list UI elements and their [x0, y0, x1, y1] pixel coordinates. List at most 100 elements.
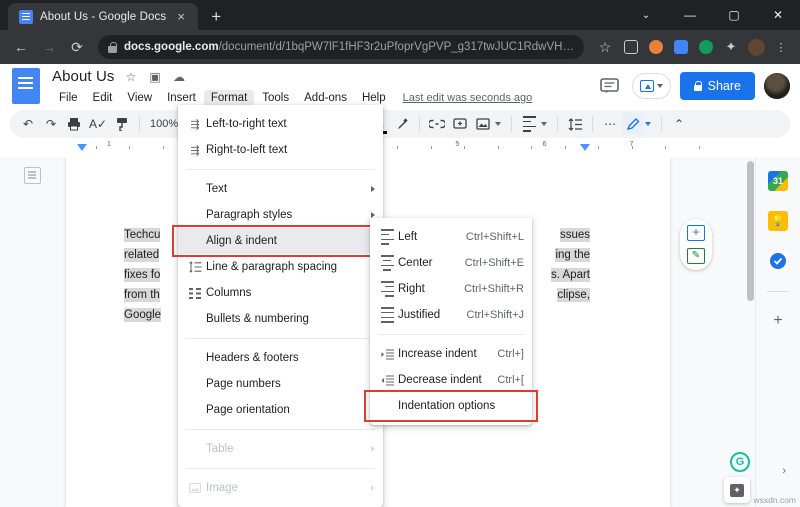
editing-mode-chevron-icon[interactable]: [645, 122, 652, 126]
align-chevron-icon[interactable]: [541, 122, 548, 126]
rtl-icon: ⇶: [190, 144, 200, 157]
menu-item-left-to-right-text[interactable]: ⇶ Left-to-right text: [178, 111, 383, 137]
share-button[interactable]: Share: [679, 72, 755, 100]
menu-insert[interactable]: Insert: [160, 90, 203, 106]
window-close-button[interactable]: ✕: [756, 0, 800, 30]
indent-marker-right[interactable]: [579, 144, 590, 151]
watermark-text: wsxdn.com: [753, 495, 796, 505]
menu-tools[interactable]: Tools: [255, 90, 296, 106]
line-spacing-icon[interactable]: [564, 113, 586, 135]
submenu-item-decrease-indent[interactable]: Decrease indent Ctrl+[: [370, 367, 532, 393]
address-bar[interactable]: docs.google.com/document/d/1bqPW7lF1fHF3…: [98, 35, 584, 59]
docs-header-actions: Share: [597, 72, 790, 100]
present-button[interactable]: [631, 73, 671, 99]
document-scrollbar[interactable]: [747, 161, 754, 301]
menu-item-line-and-paragraph-spacing[interactable]: Line & paragraph spacing: [178, 254, 383, 280]
docs-logo-icon[interactable]: [12, 68, 40, 104]
minimize-button[interactable]: —: [668, 0, 712, 30]
document-title[interactable]: About Us: [52, 68, 115, 85]
google-tasks-icon[interactable]: [768, 251, 788, 271]
submenu-item-center[interactable]: Center Ctrl+Shift+E: [370, 250, 532, 276]
avatar-extension-icon[interactable]: [645, 36, 667, 58]
menu-item-headers-and-footers[interactable]: Headers & footers: [178, 345, 383, 371]
menu-item-table[interactable]: Table: [178, 436, 383, 462]
menu-item-paragraph-styles[interactable]: Paragraph styles: [178, 202, 383, 228]
menu-item-bullets-and-numbering[interactable]: Bullets & numbering: [178, 306, 383, 332]
redo-icon[interactable]: ↷: [40, 113, 62, 135]
menu-item-page-numbers[interactable]: Page numbers: [178, 371, 383, 397]
lock-icon: [108, 41, 117, 53]
media-cast-icon[interactable]: [620, 36, 642, 58]
explore-button[interactable]: [724, 477, 750, 503]
present-icon: [639, 80, 654, 92]
menu-format[interactable]: Format: [203, 90, 255, 106]
collapse-toolbar-button[interactable]: ⌃: [668, 113, 690, 135]
tab-strip: About Us - Google Docs × +: [8, 3, 229, 30]
document-outline-icon[interactable]: [24, 167, 41, 184]
add-app-button[interactable]: +: [773, 312, 782, 330]
move-to-folder-icon[interactable]: ▣: [148, 69, 163, 84]
docs-extension-icon[interactable]: [670, 36, 692, 58]
suggest-edit-icon[interactable]: [687, 248, 705, 264]
submenu-item-right[interactable]: Right Ctrl+Shift+R: [370, 276, 532, 302]
maximize-button[interactable]: ▢: [712, 0, 756, 30]
browser-tab[interactable]: About Us - Google Docs ×: [8, 3, 199, 30]
add-comment-icon[interactable]: [687, 225, 705, 241]
menu-item-columns[interactable]: Columns: [178, 280, 383, 306]
puzzle-extension-icon[interactable]: ✦: [720, 36, 742, 58]
submenu-item-indentation-options[interactable]: Indentation options: [364, 390, 538, 422]
undo-icon[interactable]: ↶: [17, 113, 39, 135]
print-icon[interactable]: [63, 113, 85, 135]
menu-edit[interactable]: Edit: [86, 90, 120, 106]
menu-item-page-orientation[interactable]: Page orientation: [178, 397, 383, 423]
comment-history-icon[interactable]: [597, 73, 623, 99]
tab-search-icon[interactable]: ⌄: [624, 0, 668, 30]
submenu-item-increase-indent[interactable]: Increase indent Ctrl+]: [370, 341, 532, 367]
doc-line-1: Techcu: [124, 228, 161, 242]
menu-item-align-and-indent[interactable]: Align & indent: [172, 225, 389, 257]
url-path: /document/d/1bqPW7lF1fHF3r2uPfoprVgPVP_g…: [218, 41, 574, 53]
cloud-saved-icon[interactable]: ☁: [172, 69, 187, 84]
menu-help[interactable]: Help: [355, 90, 393, 106]
grammarly-icon[interactable]: [730, 452, 750, 472]
zoom-level[interactable]: 100%: [146, 113, 182, 135]
menu-item-right-to-left-text[interactable]: ⇶ Right-to-left text: [178, 137, 383, 163]
insert-link-icon[interactable]: [426, 113, 448, 135]
more-options-button[interactable]: ⋯: [599, 113, 621, 135]
profile-avatar-icon[interactable]: [745, 36, 767, 58]
menu-add-ons[interactable]: Add-ons: [297, 90, 354, 106]
last-edit-status[interactable]: Last edit was seconds ago: [403, 92, 533, 104]
menu-item-image[interactable]: Image: [178, 475, 383, 501]
spelling-check-icon[interactable]: A✓: [86, 113, 110, 135]
menu-file[interactable]: File: [52, 90, 85, 106]
editing-mode-button[interactable]: [622, 113, 645, 135]
back-button[interactable]: ←: [8, 34, 34, 60]
forward-button[interactable]: →: [36, 34, 62, 60]
reload-button[interactable]: ⟳: [64, 34, 90, 60]
submenu-item-left[interactable]: Left Ctrl+Shift+L: [370, 224, 532, 250]
highlight-color-icon[interactable]: [391, 113, 413, 135]
submenu-item-justified[interactable]: Justified Ctrl+Shift+J: [370, 302, 532, 328]
menu-view[interactable]: View: [120, 90, 159, 106]
indent-marker-left[interactable]: [77, 144, 88, 151]
new-tab-button[interactable]: +: [203, 4, 229, 30]
tab-close-icon[interactable]: ×: [173, 9, 189, 25]
paint-format-icon[interactable]: [111, 113, 133, 135]
password-manager-icon[interactable]: [695, 36, 717, 58]
toolbar-divider: [511, 116, 513, 132]
insert-image-icon[interactable]: [472, 113, 494, 135]
chrome-menu-icon[interactable]: ⋮: [770, 36, 792, 58]
star-icon[interactable]: ☆: [124, 69, 139, 84]
add-comment-icon[interactable]: [449, 113, 471, 135]
align-button[interactable]: [518, 113, 540, 135]
bookmark-star-icon[interactable]: ☆: [592, 34, 618, 60]
google-keep-icon[interactable]: [768, 211, 788, 231]
submenu-arrow-icon: [371, 446, 375, 452]
submenu-arrow-icon: [371, 186, 375, 192]
expand-chevron-icon[interactable]: ›: [782, 465, 786, 477]
google-calendar-icon[interactable]: 31: [768, 171, 788, 191]
document-ruler[interactable]: 1 2 3 4 5 6 7: [0, 140, 800, 154]
menu-item-text[interactable]: Text: [178, 176, 383, 202]
user-avatar[interactable]: [764, 73, 790, 99]
image-chevron-icon[interactable]: [495, 122, 502, 126]
